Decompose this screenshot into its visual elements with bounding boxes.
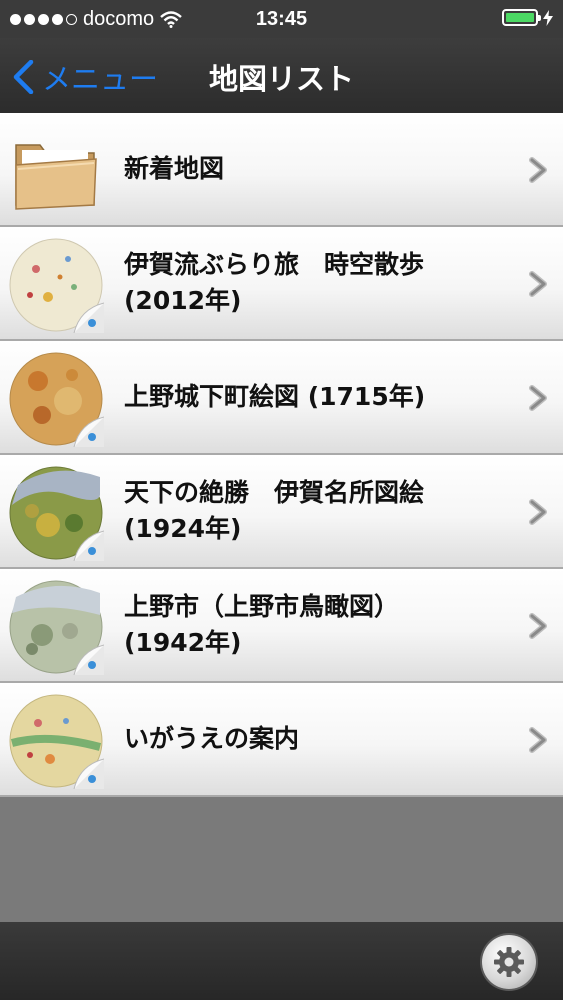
list-item[interactable]: 上野市（上野市鳥瞰図） (1942年) [0,569,563,683]
page-title: 地図リスト [208,62,354,96]
chevron-right-icon [529,613,547,639]
chevron-right-icon [529,499,547,525]
list-item-title: いがうえの案内 [124,724,300,753]
list-item-subtitle: (2012年) [124,286,242,315]
list-item[interactable]: 上野城下町絵図 (1715年) [0,341,563,455]
chevron-right-icon [529,157,547,183]
bottom-toolbar [0,922,563,1000]
chevron-right-icon [529,385,547,411]
status-bar: docomo 13:45 [0,0,563,38]
list-item-title: 伊賀流ぶらり旅 時空散歩 [124,250,425,279]
map-thumbnail-icon [9,238,104,333]
chevron-right-icon [529,727,547,753]
clock: 13:45 [255,8,308,30]
map-list: 新着地図 伊賀流ぶらり旅 時空散歩 (2012年) 上野城下町絵図 (1715年… [0,113,563,797]
chevron-right-icon [529,271,547,297]
map-thumbnail-icon [9,352,104,447]
list-item-subtitle: (1924年) [124,514,242,543]
map-thumbnail-icon [9,694,104,789]
battery-icon [502,9,541,26]
navigation-bar: メニュー 地図リスト [0,38,563,114]
map-thumbnail-icon [9,466,104,561]
list-item[interactable]: いがうえの案内 [0,683,563,797]
folder-icon [15,144,97,210]
list-item-title: 天下の絶勝 伊賀名所図絵 [124,478,425,507]
settings-button[interactable] [482,935,536,989]
list-item-title: 上野城下町絵図 (1715年) [124,382,426,411]
list-item-subtitle: (1942年) [124,628,242,657]
gear-icon [494,947,524,977]
map-thumbnail-icon [9,580,104,675]
list-item[interactable]: 伊賀流ぶらり旅 時空散歩 (2012年) [0,227,563,341]
status-right [502,9,553,26]
charging-bolt-icon [543,9,553,26]
list-item[interactable]: 天下の絶勝 伊賀名所図絵 (1924年) [0,455,563,569]
list-item[interactable]: 新着地図 [0,113,563,227]
list-item-title: 新着地図 [124,154,225,183]
list-item-title: 上野市（上野市鳥瞰図） [124,592,400,621]
